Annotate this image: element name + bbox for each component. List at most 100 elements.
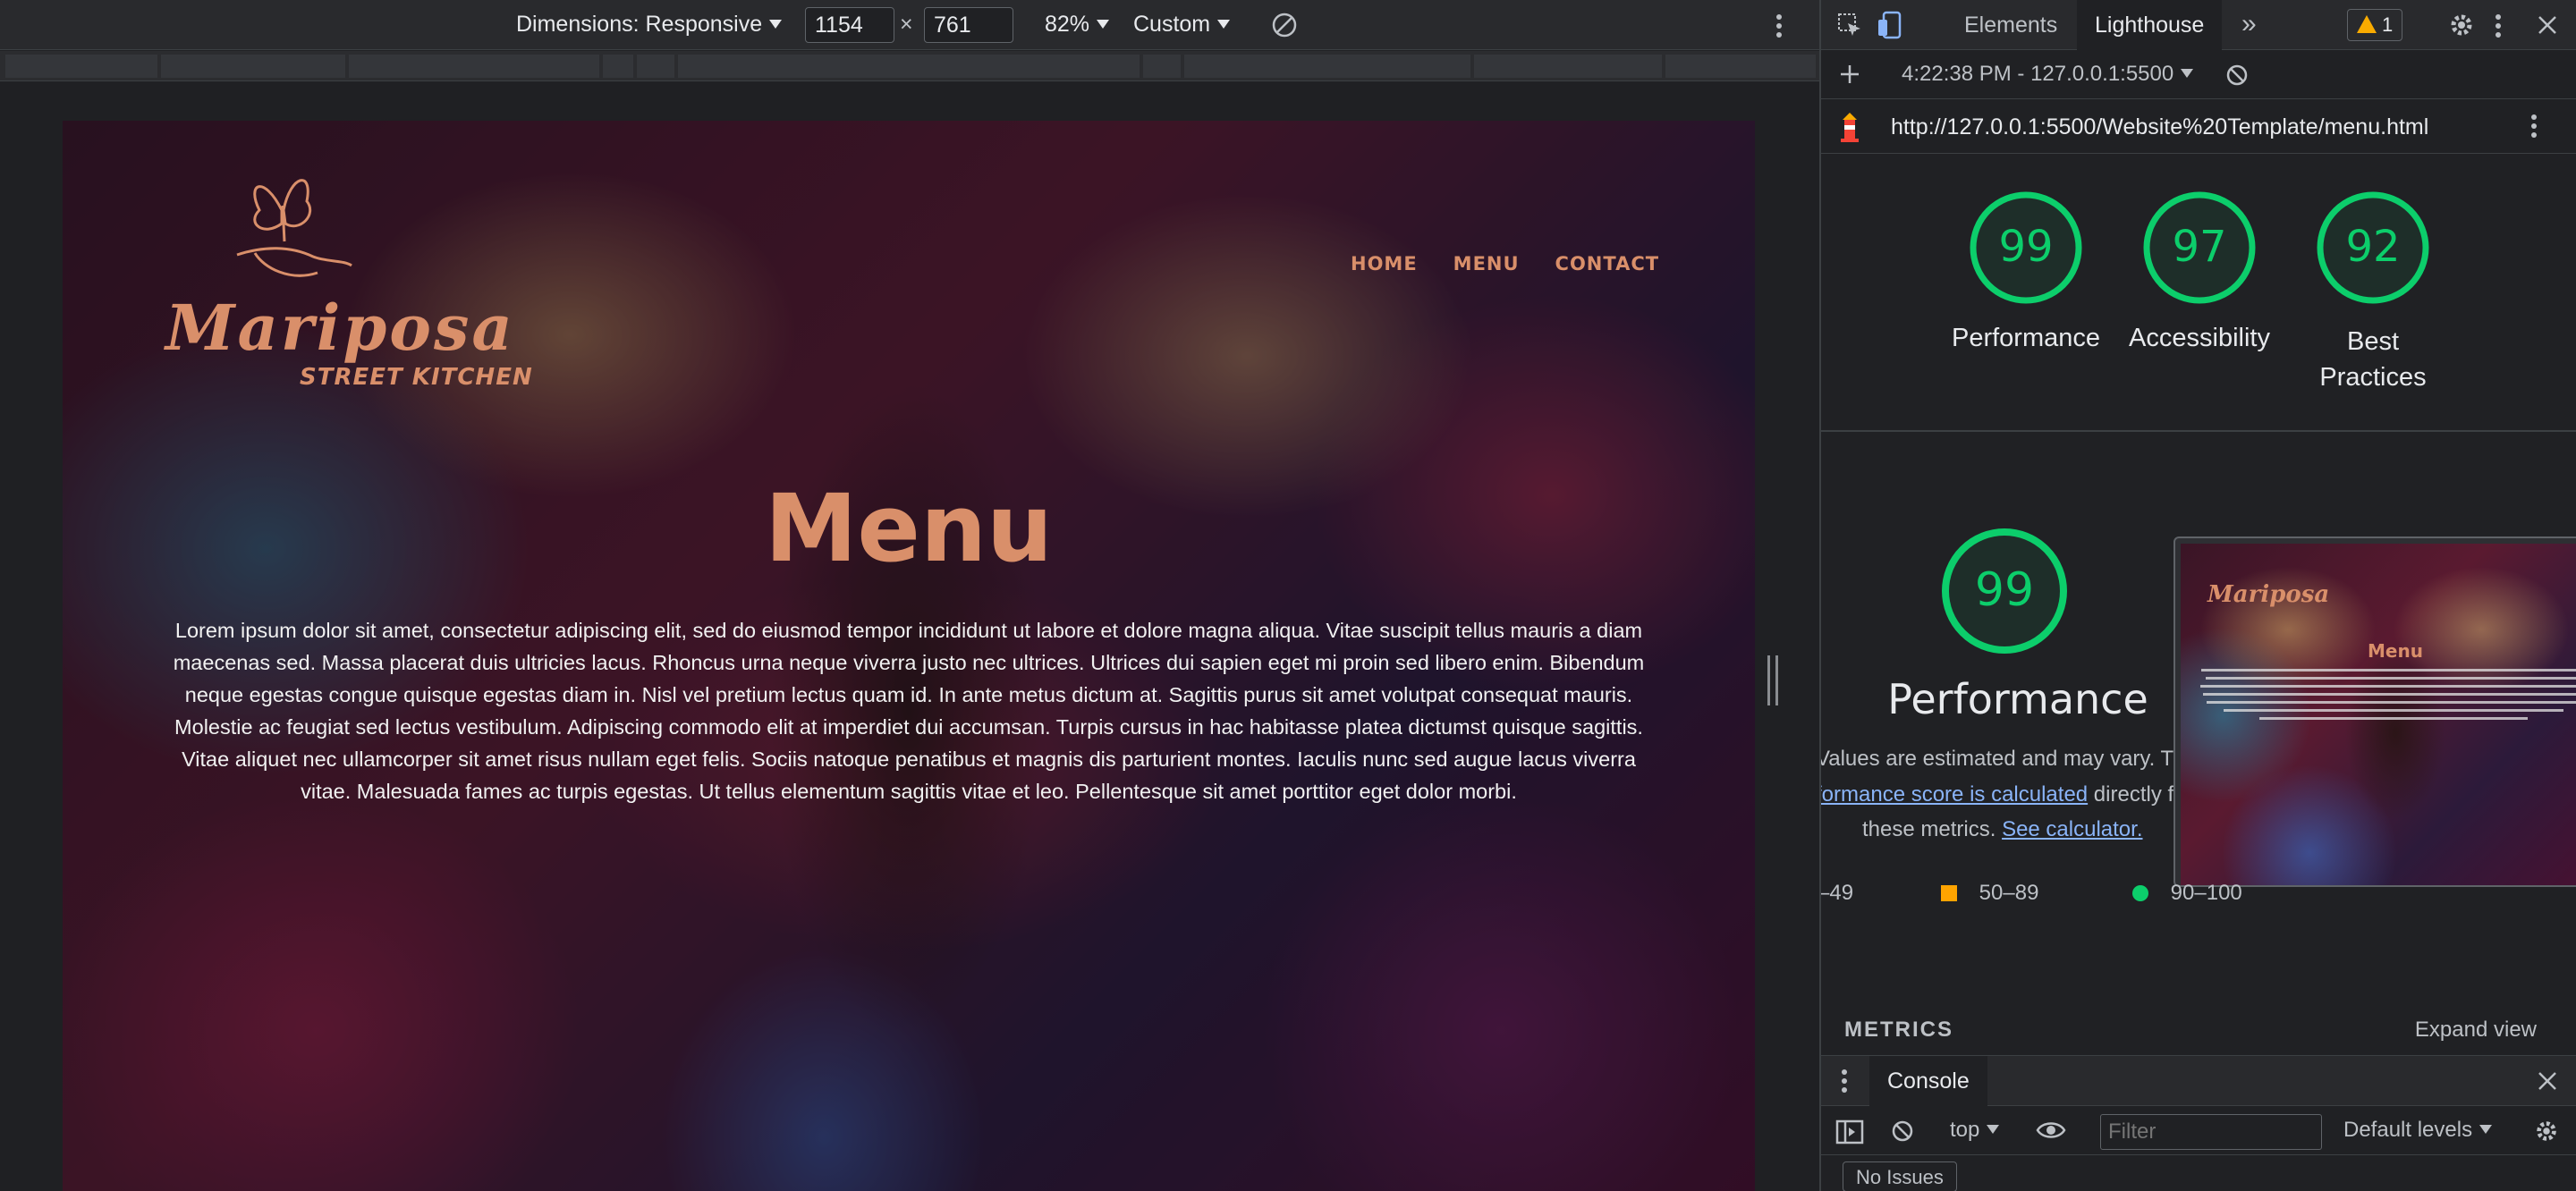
dimensions-dropdown[interactable]: Dimensions: Responsive	[516, 12, 783, 38]
device-toggle-icon[interactable]	[1877, 11, 1903, 39]
close-icon[interactable]	[2537, 14, 2558, 36]
warnings-badge[interactable]: 1	[2347, 9, 2403, 41]
square-icon	[1941, 885, 1957, 901]
page-body-text: Lorem ipsum dolor sit amet, consectetur …	[173, 619, 1645, 803]
estimate-note-text: directly f	[2088, 782, 2174, 807]
estimate-note-line3: these metrics. See calculator.	[1862, 817, 2143, 842]
device-toolbar: Dimensions: Responsive × 82% Custom	[0, 0, 1819, 50]
score-accessibility: 97	[2172, 222, 2227, 272]
close-drawer-icon[interactable]	[2537, 1070, 2558, 1092]
nav-contact-link[interactable]: CONTACT	[1555, 253, 1660, 275]
tab-overflow[interactable]: »	[2241, 0, 2257, 50]
legend-fail: –49	[1819, 881, 1854, 905]
log-levels-value: Default levels	[2343, 1118, 2473, 1142]
chevron-down-icon	[1097, 20, 1110, 29]
warning-count: 1	[2382, 13, 2394, 36]
times-sign: ×	[900, 12, 913, 37]
devtools-panel: Elements Lighthouse » 1 4:22:38 PM - 127…	[1819, 0, 2576, 1191]
see-calculator-link[interactable]: See calculator.	[2002, 817, 2142, 841]
log-levels-select[interactable]: Default levels	[2343, 1118, 2493, 1143]
rotate-icon[interactable]	[1270, 11, 1299, 39]
console-settings-icon[interactable]	[2533, 1118, 2560, 1145]
lighthouse-toolbar: 4:22:38 PM - 127.0.0.1:5500	[1821, 51, 2576, 99]
chevron-down-icon	[2479, 1125, 2493, 1134]
devtools-menu-icon[interactable]	[2494, 13, 2503, 39]
legend-pass: 90–100	[2132, 881, 2242, 906]
butterfly-hand-icon	[236, 179, 352, 277]
media-query-ruler[interactable]	[0, 51, 1819, 81]
score-performance: 99	[1998, 222, 2054, 272]
throttle-value: Custom	[1133, 12, 1211, 37]
width-input[interactable]	[805, 7, 894, 43]
gauge-performance[interactable]: 99	[1968, 190, 2084, 306]
page-screenshot-thumbnail[interactable]: Mariposa Menu	[2174, 536, 2576, 887]
tab-console[interactable]: Console	[1869, 1056, 1987, 1106]
clear-icon[interactable]	[2225, 63, 2249, 87]
report-time: 4:22:38 PM - 127.0.0.1:5500	[1902, 62, 2174, 86]
context-select[interactable]: top	[1950, 1118, 2000, 1143]
dimensions-label: Dimensions: Responsive	[516, 12, 763, 37]
thumbnail-heading: Menu	[2368, 640, 2423, 662]
console-filter-input[interactable]	[2100, 1114, 2322, 1150]
nav-menu-link[interactable]: MENU	[1453, 253, 1520, 275]
performance-title: Performance	[1887, 675, 2148, 723]
drawer-menu-icon[interactable]	[1841, 1069, 1848, 1094]
issues-button[interactable]: No Issues	[1843, 1161, 1957, 1191]
sidebar-toggle-icon[interactable]	[1835, 1119, 1864, 1145]
height-input[interactable]	[924, 7, 1013, 43]
zoom-dropdown[interactable]: 82%	[1045, 12, 1110, 38]
chevron-down-icon	[1987, 1125, 2000, 1134]
divider	[1821, 430, 2576, 432]
context-value: top	[1950, 1118, 1980, 1142]
score-performance-large: 99	[1974, 563, 2035, 617]
legend-pass-label: 90–100	[2170, 881, 2242, 905]
thumbnail-text-lines	[2197, 669, 2576, 725]
gear-icon[interactable]	[2447, 11, 2476, 39]
lighthouse-icon	[1841, 113, 1859, 142]
console-drawer: Console top Filter Default levels No Iss…	[1821, 1055, 2576, 1191]
legend-average: 50–89	[1941, 881, 2038, 906]
label-performance: Performance	[1951, 324, 2100, 352]
chevron-down-icon	[1217, 20, 1231, 29]
lighthouse-url-bar: http://127.0.0.1:5500/Website%20Template…	[1821, 100, 2576, 154]
website-page: Mariposa STREET KITCHEN HOME MENU CONTAC…	[63, 121, 1755, 1191]
viewport-resize-handle[interactable]	[1767, 655, 1778, 705]
report-select[interactable]: 4:22:38 PM - 127.0.0.1:5500	[1902, 62, 2194, 87]
more-options-icon[interactable]	[1775, 13, 1784, 39]
site-logo[interactable]: Mariposa STREET KITCHEN	[165, 156, 541, 391]
site-nav: HOME MENU CONTACT	[1351, 253, 1659, 275]
zoom-value: 82%	[1045, 12, 1090, 37]
plus-icon[interactable]	[1839, 63, 1860, 85]
inspect-element-icon[interactable]	[1837, 13, 1862, 38]
tab-elements[interactable]: Elements	[1964, 0, 2057, 50]
drawer-tab-bar: Console	[1821, 1056, 2576, 1106]
legend-average-label: 50–89	[1979, 881, 2039, 905]
score-calculation-link[interactable]: formance score is calculated	[1821, 782, 2088, 807]
score-best-practices: 92	[2345, 222, 2401, 272]
gauge-performance-large: 99	[1939, 526, 2070, 656]
logo-subtitle: STREET KITCHEN	[300, 364, 533, 391]
nav-home-link[interactable]: HOME	[1351, 253, 1418, 275]
throttle-dropdown[interactable]: Custom	[1133, 12, 1231, 38]
eye-icon[interactable]	[2036, 1119, 2066, 1141]
tab-lighthouse[interactable]: Lighthouse	[2077, 0, 2223, 50]
console-toolbar: top Default levels	[1821, 1107, 2576, 1155]
warning-icon	[2357, 15, 2377, 33]
estimate-note-line2: formance score is calculated directly f	[1821, 782, 2174, 807]
clear-console-icon[interactable]	[1891, 1119, 1914, 1143]
metrics-header: METRICS Expand view	[1821, 1012, 2576, 1048]
label-best-practices: Best Practices	[2319, 327, 2427, 392]
estimate-note: Values are estimated and may vary. Th	[1819, 747, 2186, 771]
thumbnail-logo: Mariposa	[2207, 581, 2330, 608]
chevron-down-icon	[769, 20, 783, 29]
expand-view-toggle[interactable]: Expand view	[2415, 1018, 2537, 1043]
report-menu-icon[interactable]	[2529, 113, 2538, 139]
report-url: http://127.0.0.1:5500/Website%20Template…	[1891, 114, 2429, 139]
devtools-tab-bar: Elements Lighthouse » 1	[1821, 0, 2576, 50]
gauge-accessibility[interactable]: 97	[2141, 190, 2258, 306]
browser-window: Dimensions: Responsive × 82% Custom	[0, 0, 2576, 1191]
gauge-best-practices[interactable]: 92	[2315, 190, 2431, 306]
estimate-note-text: these metrics.	[1862, 817, 1996, 841]
page-heading: Menu	[764, 474, 1054, 583]
label-accessibility: Accessibility	[2129, 324, 2270, 352]
